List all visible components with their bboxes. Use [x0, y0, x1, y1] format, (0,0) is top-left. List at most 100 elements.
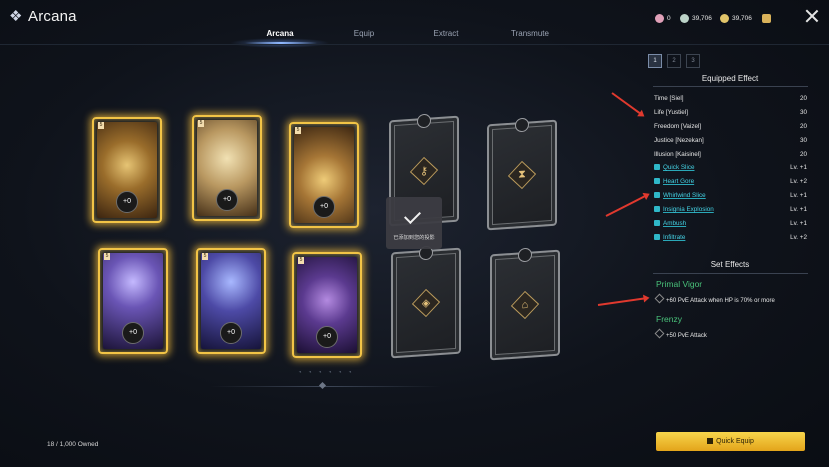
skill-name[interactable]: Insignia Explosion	[663, 206, 714, 213]
skill-icon	[654, 234, 660, 240]
skill-row[interactable]: Infiltrate Lv. +2	[654, 234, 807, 244]
card-grade-badge: 5	[202, 253, 208, 260]
stat-name: Illusion [Kaisinel]	[654, 151, 701, 158]
set-name-frenzy: Frenzy	[656, 314, 682, 324]
stat-value: 20	[799, 151, 807, 158]
stat-row: Life [Yustiel] 30	[654, 109, 807, 119]
skill-icon	[654, 206, 660, 212]
stat-value: 30	[799, 109, 807, 116]
preset-page-3[interactable]: 3	[686, 54, 700, 68]
card-enhance-level: +0	[216, 189, 238, 211]
skill-name[interactable]: Quick Slice	[663, 164, 695, 171]
pager-glyph[interactable]: ◔	[328, 370, 334, 376]
stat-row: Justice [Nezekan] 30	[654, 137, 807, 147]
currency-gold: 39,706	[720, 12, 752, 24]
pager-center-marker	[318, 381, 327, 390]
pager-glyph[interactable]: ◔	[308, 370, 314, 376]
stat-row: Freedom [Vaizel] 20	[654, 123, 807, 133]
stat-value: 20	[799, 123, 807, 130]
card-crest-icon	[518, 247, 532, 263]
set-effects-title: Set Effects	[710, 260, 750, 269]
annotation-arrow	[611, 92, 644, 117]
stat-value: 30	[799, 137, 807, 144]
card-slot-locked-hourglass[interactable]: ⧗	[487, 117, 557, 231]
card-scroll[interactable]: 5 +0	[192, 115, 262, 221]
hourglass-icon: ⧗	[518, 168, 526, 181]
equip-icon	[707, 438, 714, 444]
card-grade-badge: 5	[295, 127, 301, 134]
arcana-logo-icon: ❖	[9, 8, 23, 25]
skill-level: Lv. +1	[790, 206, 807, 213]
currency-silver: 39,706	[680, 12, 712, 24]
skill-icon	[654, 220, 660, 226]
tab-equip[interactable]: Equip	[324, 29, 404, 38]
card-enhance-level: +0	[313, 196, 335, 218]
annotation-arrow	[597, 297, 648, 306]
close-icon[interactable]	[804, 8, 820, 24]
skill-icon	[654, 178, 660, 184]
chest-button[interactable]	[762, 12, 771, 24]
stat-name: Time [Siel]	[654, 95, 684, 102]
card-grade-badge: 5	[298, 257, 304, 264]
skill-level: Lv. +2	[790, 234, 807, 241]
tab-extract[interactable]: Extract	[406, 29, 486, 38]
app-title: Arcana	[28, 8, 77, 25]
currency-crystal: 0	[655, 12, 671, 24]
card-grail[interactable]: 5 +0	[92, 117, 162, 223]
toast-text: 已添加到您的投影	[393, 235, 435, 241]
stat-name: Justice [Nezekan]	[654, 137, 704, 144]
pager-glyph[interactable]: ◔	[298, 370, 304, 376]
card-enhance-level: +0	[316, 326, 338, 348]
card-grade-badge: 5	[104, 253, 110, 260]
stat-value: 20	[799, 95, 807, 102]
pager-glyph[interactable]: ◔	[318, 370, 324, 376]
preset-pages: 1 2 3	[648, 54, 700, 68]
stat-name: Freedom [Vaizel]	[654, 123, 702, 130]
chest-icon	[762, 13, 771, 23]
effects-panel: 1 2 3 Equipped Effect Time [Siel] 20 Life…	[645, 48, 815, 458]
card-bell[interactable]: 5 +0	[98, 248, 168, 354]
equipped-effect-title: Equipped Effect	[701, 74, 759, 83]
card-enhance-level: +0	[220, 322, 242, 344]
skill-row[interactable]: Ambush Lv. +1	[654, 220, 807, 230]
skill-row[interactable]: Insignia Explosion Lv. +1	[654, 206, 807, 216]
pager-glyph[interactable]: ◔	[348, 370, 354, 376]
card-tree[interactable]: 5 +0	[292, 252, 362, 358]
card-enhance-level: +0	[122, 322, 144, 344]
lantern-icon: ⌂	[521, 298, 529, 312]
header-divider	[0, 44, 829, 45]
card-altar[interactable]: 5 +0	[289, 122, 359, 228]
card-hands[interactable]: 5 +0	[196, 248, 266, 354]
card-grade-badge: 5	[198, 120, 204, 127]
card-crest-icon	[515, 117, 529, 133]
skill-name[interactable]: Whirlwind Slice	[663, 192, 706, 199]
card-slot-locked-lantern[interactable]: ⌂	[490, 247, 560, 361]
skill-row[interactable]: Whirlwind Slice Lv. +1	[654, 192, 807, 202]
card-grade-badge: 5	[98, 122, 104, 129]
preset-page-1[interactable]: 1	[648, 54, 662, 68]
skill-icon	[654, 164, 660, 170]
skill-level: Lv. +2	[790, 178, 807, 185]
set-name-primal-vigor: Primal Vigor	[656, 279, 703, 289]
bullet-diamond-icon	[654, 328, 665, 339]
card-slot-locked-cube[interactable]: ◈	[391, 245, 461, 359]
skill-row[interactable]: Quick Slice Lv. +1	[654, 164, 807, 174]
skill-level: Lv. +1	[790, 220, 807, 227]
tab-transmute[interactable]: Transmute	[490, 29, 570, 38]
owned-count: 18 / 1,000 Owned	[47, 441, 99, 448]
stat-name: Life [Yustiel]	[654, 109, 688, 116]
set-desc: +50 PvE Attack	[654, 328, 707, 339]
tab-arcana[interactable]: Arcana	[240, 29, 320, 38]
preset-page-2[interactable]: 2	[667, 54, 681, 68]
skill-name[interactable]: Heart Gore	[663, 178, 694, 185]
checkmark-icon	[404, 207, 421, 224]
quick-equip-button[interactable]: Quick Equip	[656, 432, 805, 451]
skill-row[interactable]: Heart Gore Lv. +2	[654, 178, 807, 188]
skill-name[interactable]: Ambush	[663, 220, 686, 227]
crystal-icon	[655, 13, 664, 23]
skill-name[interactable]: Infiltrate	[663, 234, 685, 241]
pager-glyph[interactable]: ◔	[338, 370, 344, 376]
silver-coin-icon	[680, 13, 689, 23]
card-pager: ◔ ◔ ◔ ◔ ◔ ◔	[298, 370, 358, 378]
key-icon: ⚷	[419, 165, 429, 178]
